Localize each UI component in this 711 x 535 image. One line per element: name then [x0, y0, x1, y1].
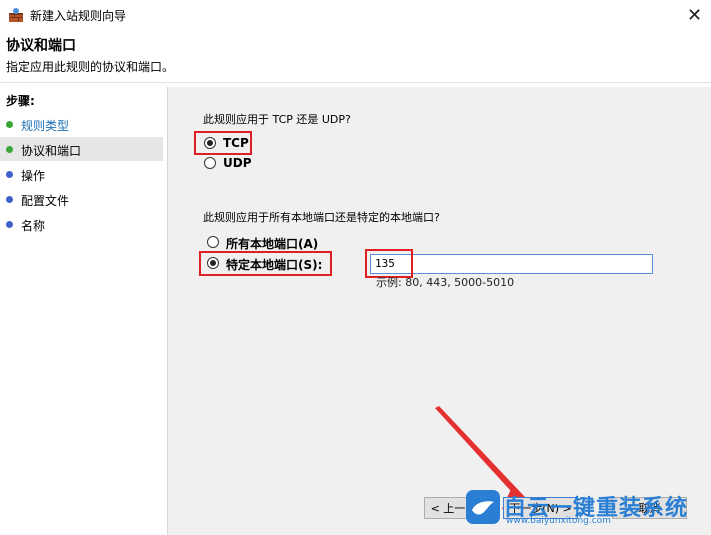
step-name[interactable]: 名称 — [0, 212, 163, 236]
tcp-radio[interactable] — [204, 137, 216, 149]
tcp-label: TCP — [223, 136, 249, 150]
firewall-wizard-icon — [8, 7, 24, 23]
specific-ports-label: 特定本地端口(S): — [226, 258, 323, 272]
step-status-dot — [6, 196, 13, 203]
step-profile[interactable]: 配置文件 — [0, 187, 163, 211]
step-label: 操作 — [21, 169, 46, 183]
step-status-dot — [6, 146, 13, 153]
udp-label: UDP — [223, 156, 252, 170]
step-label: 名称 — [21, 219, 46, 233]
step-label: 规则类型 — [21, 119, 70, 133]
step-protocol-and-ports[interactable]: 协议和端口 — [0, 137, 163, 161]
step-label: 协议和端口 — [21, 144, 82, 158]
udp-radio[interactable] — [204, 157, 216, 169]
step-status-dot — [6, 121, 13, 128]
window-title: 新建入站规则向导 — [30, 9, 127, 23]
step-rule-type[interactable]: 规则类型 — [0, 112, 163, 136]
specific-ports-radio[interactable] — [207, 257, 219, 269]
wizard-header — [0, 30, 711, 83]
ports-question: 此规则应用于所有本地端口还是特定的本地端口? — [203, 211, 440, 224]
page-title: 协议和端口 — [6, 38, 76, 54]
close-button[interactable]: ✕ — [678, 0, 711, 30]
page-subtitle: 指定应用此规则的协议和端口。 — [6, 60, 175, 74]
protocol-question: 此规则应用于 TCP 还是 UDP? — [203, 113, 351, 126]
step-label: 配置文件 — [21, 194, 70, 208]
port-example: 示例: 80, 443, 5000-5010 — [376, 276, 515, 289]
watermark-url: www.baiyunxitong.com — [506, 516, 611, 526]
step-action[interactable]: 操作 — [0, 162, 163, 186]
close-icon: ✕ — [686, 4, 703, 26]
all-ports-label: 所有本地端口(A) — [226, 237, 319, 251]
all-ports-radio[interactable] — [207, 236, 219, 248]
watermark-bird-logo-icon — [466, 490, 500, 524]
steps-header: 步骤: — [6, 94, 35, 108]
step-status-dot — [6, 221, 13, 228]
step-status-dot — [6, 171, 13, 178]
